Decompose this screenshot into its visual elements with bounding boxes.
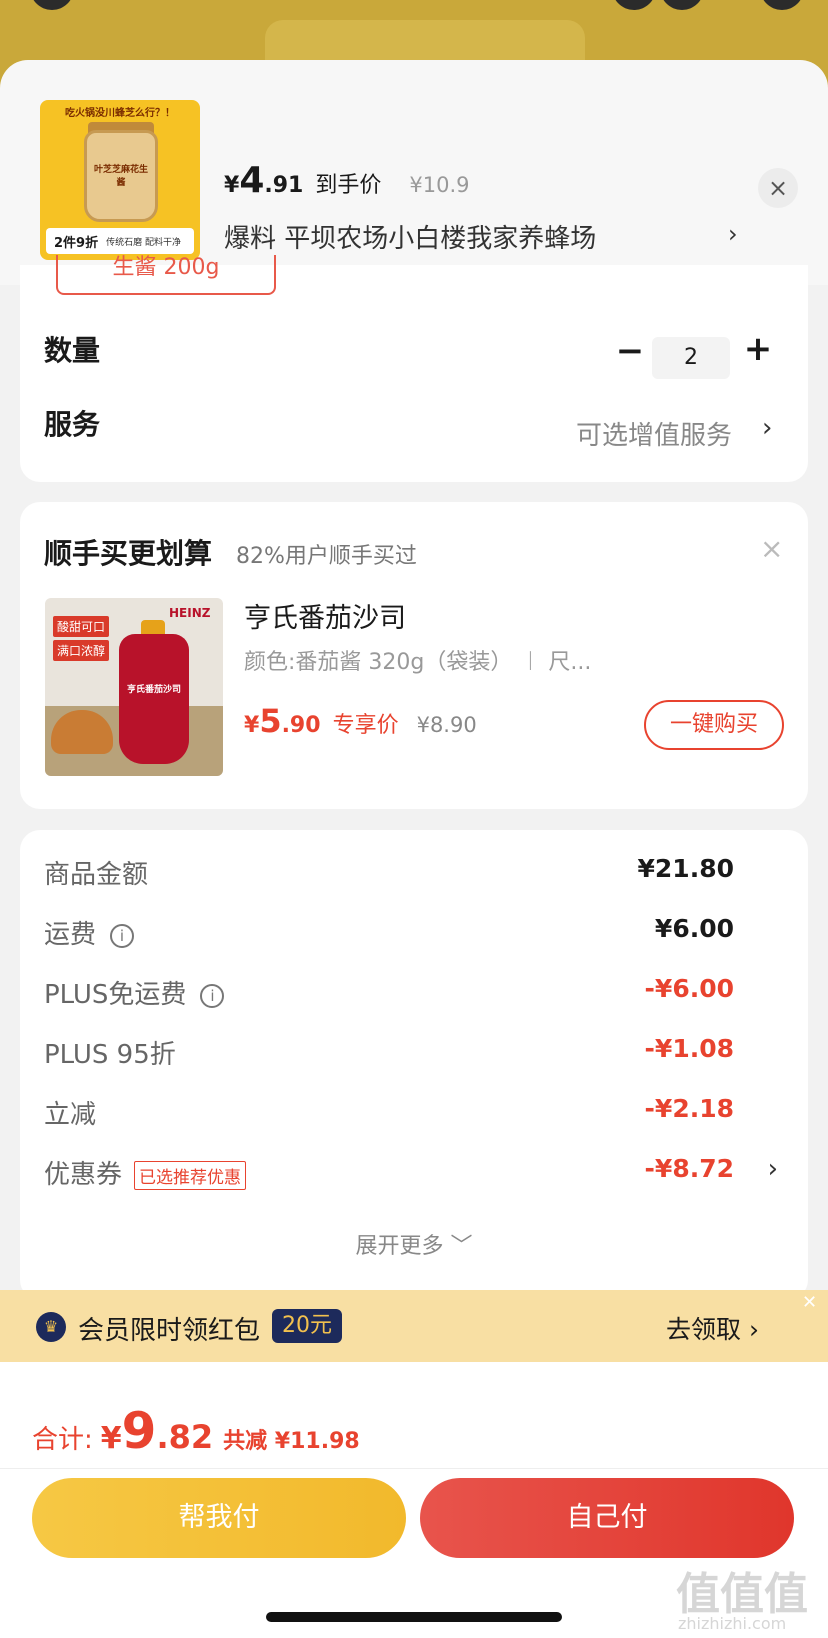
quantity-input[interactable]: 2 — [652, 337, 730, 379]
close-icon[interactable]: × — [760, 532, 783, 565]
fee-row-plus-discount: PLUS 95折 -¥1.08 — [44, 1034, 784, 1074]
fee-label: 运费 — [44, 920, 97, 950]
addon-title: 顺手买更划算 — [44, 537, 213, 570]
fee-value: -¥2.18 — [644, 1094, 734, 1123]
pouch-label: 亨氏番茄沙司 — [126, 685, 181, 695]
promo-action-label: 去领取 — [666, 1315, 742, 1344]
addon-product-image[interactable]: 亨氏番茄沙司 HEINZ 酸甜可口 满口浓醇 — [45, 598, 223, 776]
fee-value: -¥8.72 — [644, 1154, 734, 1183]
chevron-right-icon[interactable]: › — [728, 220, 738, 248]
product-price-line: ¥ 4 .91 到手价 ¥10.9 — [224, 160, 470, 204]
image-tag-2: 满口浓醇 — [53, 640, 110, 661]
crown-icon: ♛ — [36, 1312, 66, 1342]
promo-amount-badge: 20元 — [272, 1309, 342, 1343]
product-summary-sheet: 吃火锅没川蜂芝么行？！ 叶芝芝麻花生酱 2件9折 传统石磨 配料干净 ¥ 4 .… — [0, 60, 828, 285]
image-tag-1: 酸甜可口 — [53, 616, 110, 637]
quantity-minus-button[interactable]: − — [612, 331, 648, 371]
member-promo-bar[interactable]: ♛ 会员限时领红包 20元 去领取 › ✕ — [0, 1290, 828, 1362]
thumbnail-badge: 2件9折 — [54, 235, 99, 251]
promo-text: 会员限时领红包 — [78, 1316, 261, 1346]
fee-value: -¥6.00 — [644, 974, 734, 1003]
original-price: ¥10.9 — [409, 173, 470, 197]
nav-button-left[interactable] — [30, 0, 74, 10]
addon-price-tag: 专享价 — [332, 713, 399, 738]
help-pay-button[interactable]: 帮我付 — [32, 1478, 406, 1558]
price-decimal: .91 — [264, 173, 304, 198]
quantity-label: 数量 — [44, 334, 101, 367]
fee-row-shipping: 运费 i ¥6.00 — [44, 914, 784, 954]
jar-label: 叶芝芝麻花生酱 — [93, 165, 148, 188]
home-indicator[interactable] — [266, 1612, 562, 1622]
fee-value: -¥1.08 — [644, 1034, 734, 1063]
fee-label: PLUS免运费 — [44, 980, 187, 1010]
total-label: 合计: — [32, 1425, 93, 1455]
fee-label: 商品金额 — [44, 860, 149, 890]
watermark-sub: zhizhizhi.com — [678, 1614, 787, 1633]
product-description[interactable]: 爆料 平坝农场小白楼我家养蜂场 — [224, 218, 596, 255]
spec-chip-selected[interactable]: 生酱 200g — [56, 255, 276, 295]
thumbnail-top-text: 吃火锅没川蜂芝么行？！ — [65, 108, 175, 119]
addon-price-line: ¥ 5 .90 专享价 ¥8.90 — [244, 702, 477, 740]
nav-button-3[interactable] — [760, 0, 804, 10]
quantity-plus-button[interactable]: + — [740, 329, 776, 369]
fee-summary-card: 商品金额 ¥21.80 运费 i ¥6.00 PLUS免运费 i -¥6.00 PL… — [20, 830, 808, 1300]
close-icon[interactable]: ✕ — [802, 1292, 817, 1313]
price-currency: ¥ — [224, 173, 240, 198]
addon-original-price: ¥8.90 — [416, 713, 477, 737]
checkout-footer: 合计: ¥ 9 .82 共减 ¥11.98 帮我付 自己付 值值值 zhizhi… — [0, 1362, 828, 1638]
fee-value: ¥6.00 — [654, 914, 734, 943]
price-integer: 4 — [239, 160, 265, 201]
total-integer: 9 — [121, 1402, 157, 1460]
chevron-right-icon[interactable]: › — [768, 1154, 778, 1184]
fee-row-plus-free-shipping: PLUS免运费 i -¥6.00 — [44, 974, 784, 1014]
fee-row-subtotal: 商品金额 ¥21.80 — [44, 854, 784, 894]
fee-label: 立减 — [44, 1100, 97, 1130]
addon-price-decimal: .90 — [281, 713, 321, 738]
nav-button-2[interactable] — [660, 0, 704, 10]
addon-card: 顺手买更划算 82%用户顺手买过 × 亨氏番茄沙司 HEINZ 酸甜可口 满口浓… — [20, 502, 808, 809]
fee-row-instant-discount: 立减 -¥2.18 — [44, 1094, 784, 1134]
fee-label-group: 运费 i — [44, 914, 135, 951]
thumbnail-badge-sub: 传统石磨 配料干净 — [106, 237, 181, 248]
fee-label: 优惠券 — [44, 1160, 123, 1190]
addon-product-spec[interactable]: 颜色:番茄酱 320g（袋装） ︱ 尺... — [244, 644, 591, 676]
brand-logo: HEINZ — [169, 606, 211, 620]
fee-row-coupon[interactable]: 优惠券 已选推荐优惠 -¥8.72 › — [44, 1154, 784, 1194]
total-decimal: .82 — [156, 1418, 214, 1456]
coupon-badge: 已选推荐优惠 — [134, 1161, 247, 1190]
addon-price-integer: 5 — [259, 702, 282, 740]
info-icon[interactable]: i — [110, 923, 135, 948]
nav-button-1[interactable] — [612, 0, 656, 10]
total-line: 合计: ¥ 9 .82 共减 ¥11.98 — [32, 1402, 360, 1460]
total-currency: ¥ — [100, 1421, 122, 1456]
promo-claim-link[interactable]: 去领取 › — [666, 1310, 759, 1346]
fee-label-group: PLUS免运费 i — [44, 974, 225, 1011]
divider — [0, 1468, 828, 1469]
one-click-buy-button[interactable]: 一键购买 — [644, 700, 784, 750]
thumbnail-badge-strip: 2件9折 传统石磨 配料干净 — [46, 228, 194, 254]
chevron-right-icon[interactable]: › — [762, 413, 772, 443]
fee-label: PLUS 95折 — [44, 1040, 176, 1070]
watermark: 值值值 — [676, 1569, 808, 1620]
price-tag: 到手价 — [315, 173, 382, 198]
order-options-card: 生酱 200g 数量 − 2 + 服务 可选增值服务 › — [20, 255, 808, 482]
service-label: 服务 — [44, 408, 101, 441]
total-saved: 共减 ¥11.98 — [223, 1429, 360, 1454]
self-pay-button[interactable]: 自己付 — [420, 1478, 794, 1558]
fee-value: ¥21.80 — [637, 854, 734, 883]
addon-price-currency: ¥ — [244, 713, 260, 738]
pouch-shape — [119, 634, 189, 764]
service-value[interactable]: 可选增值服务 — [576, 415, 732, 452]
expand-more-button[interactable]: 展开更多 ﹀ — [20, 1228, 808, 1260]
product-thumbnail[interactable]: 吃火锅没川蜂芝么行？！ 叶芝芝麻花生酱 2件9折 传统石磨 配料干净 — [40, 100, 200, 260]
addon-product-name[interactable]: 亨氏番茄沙司 — [244, 596, 406, 635]
addon-subtitle: 82%用户顺手买过 — [236, 544, 417, 569]
fee-label-group: 优惠券 已选推荐优惠 — [44, 1154, 247, 1191]
close-icon[interactable]: × — [758, 168, 798, 208]
info-icon[interactable]: i — [200, 983, 225, 1008]
